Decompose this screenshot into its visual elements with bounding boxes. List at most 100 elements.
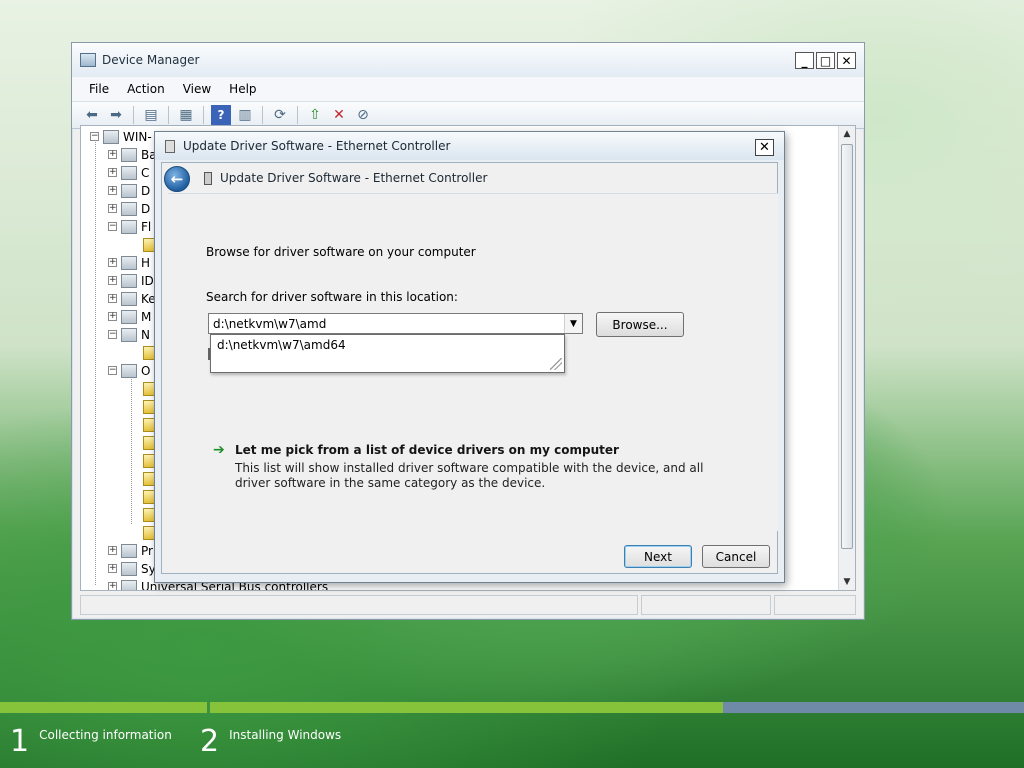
tree-item-label: N [141,327,150,342]
scroll-up-icon[interactable]: ▲ [839,126,855,142]
battery-icon [121,147,137,162]
tree-item[interactable]: − N [108,326,150,343]
dialog-content: ← Update Driver Software - Ethernet Cont… [161,162,778,574]
chevron-down-icon[interactable]: ▼ [565,314,582,333]
browse-button[interactable]: Browse... [596,312,684,337]
tree-item[interactable]: − Fl [108,218,151,235]
setup-step-collecting: 1 Collecting information [10,722,172,762]
back-arrow-icon[interactable]: ⬅ [82,105,102,125]
expand-icon[interactable]: + [108,258,117,267]
tree-item[interactable]: + Ke [108,290,156,307]
step-number: 1 [10,724,30,759]
pick-from-list-link[interactable]: Let me pick from a list of device driver… [235,443,619,457]
device-manager-titlebar[interactable]: Device Manager [72,43,864,77]
scan-hardware-icon[interactable]: ⟳ [270,105,290,125]
wizard-body: Browse for driver software on your compu… [168,193,778,531]
dialog-close-button[interactable]: ✕ [755,139,774,156]
tree-item[interactable]: + Sy [108,560,156,577]
uninstall-icon[interactable]: ✕ [329,105,349,125]
step2-progress [210,702,1024,713]
tree-item[interactable]: + Pr [108,542,153,559]
window-controls: _ □ ✕ [795,52,856,69]
tree-root[interactable]: − WIN- [90,128,152,145]
help-icon[interactable]: ? [211,105,231,125]
close-button[interactable]: ✕ [837,52,856,69]
autocomplete-dropdown: d:\netkvm\w7\amd64 [210,334,565,373]
pick-from-list-description: This list will show installed driver sof… [235,461,704,490]
tree-item-label: C [141,165,150,180]
mouse-icon [121,309,137,324]
tree-item[interactable]: + C [108,164,149,181]
processor-icon [121,543,137,558]
tree-view-icon[interactable]: ▦ [176,105,196,125]
maximize-button[interactable]: □ [816,52,835,69]
menu-action[interactable]: Action [118,82,174,96]
back-button[interactable]: ← [164,166,190,192]
scroll-down-icon[interactable]: ▼ [839,574,855,590]
expand-icon[interactable]: + [108,150,117,159]
expand-icon[interactable]: + [108,204,117,213]
setup-step-installing: 2 Installing Windows [200,722,341,762]
tree-item-label: ID [141,273,154,288]
tree-item[interactable]: − O [108,362,150,379]
status-cell [774,595,856,615]
tree-item-label: Fl [141,219,152,234]
cancel-button[interactable]: Cancel [702,545,770,568]
tree-item-label: O [141,363,151,378]
minimize-button[interactable]: _ [795,52,814,69]
expand-icon[interactable]: + [108,582,117,590]
properties-icon[interactable]: ▤ [141,105,161,125]
expand-icon[interactable]: + [108,564,117,573]
update-driver-dialog: Update Driver Software - Ethernet Contro… [154,131,785,583]
collapse-icon[interactable]: − [108,366,117,375]
toolbar-separator [168,106,169,124]
expand-icon[interactable]: + [108,168,117,177]
device-manager-title: Device Manager [102,53,200,67]
scroll-thumb[interactable] [841,144,853,549]
tree-scrollbar[interactable]: ▲ ▼ [838,126,855,590]
forward-arrow-icon[interactable]: ➡ [106,105,126,125]
ide-controller-icon [121,273,137,288]
computer-icon [103,129,119,144]
next-button[interactable]: Next [624,545,692,568]
tree-item[interactable]: + H [108,254,150,271]
update-driver-icon[interactable]: ⇧ [305,105,325,125]
driver-path-combobox[interactable]: d:\netkvm\w7\amd ▼ [208,313,583,334]
collapse-icon[interactable]: − [108,222,117,231]
expand-icon[interactable]: + [108,312,117,321]
wizard-header: ← Update Driver Software - Ethernet Cont… [162,163,777,193]
status-cell [641,595,771,615]
resize-grip-icon[interactable] [550,358,562,370]
tree-item[interactable]: + ID [108,272,154,289]
dialog-titlebar[interactable]: Update Driver Software - Ethernet Contro… [155,132,784,160]
expand-icon[interactable]: + [108,546,117,555]
collapse-icon[interactable]: − [108,330,117,339]
collapse-icon[interactable]: − [90,132,99,141]
tree-item[interactable]: + D [108,200,150,217]
step-number: 2 [200,724,220,759]
system-devices-icon [121,561,137,576]
autocomplete-suggestion[interactable]: d:\netkvm\w7\amd64 [217,338,346,352]
tree-item[interactable]: + Ba [108,146,157,163]
keyboard-icon [121,291,137,306]
network-adapter-icon [121,327,137,342]
details-icon[interactable]: ▥ [235,105,255,125]
menu-help[interactable]: Help [220,82,265,96]
disable-icon[interactable]: ⊘ [353,105,373,125]
menu-view[interactable]: View [174,82,220,96]
toolbar-separator [297,106,298,124]
tree-connector [95,140,96,585]
tree-item[interactable]: + D [108,182,150,199]
expand-icon[interactable]: + [108,186,117,195]
floppy-controller-icon [121,219,137,234]
step1-progress [0,702,207,713]
display-adapter-icon [121,201,137,216]
expand-icon[interactable]: + [108,294,117,303]
hid-icon [121,255,137,270]
driver-path-input[interactable]: d:\netkvm\w7\amd [209,314,565,333]
tree-item[interactable]: + M [108,308,151,325]
menu-file[interactable]: File [80,82,118,96]
status-cell [80,595,638,615]
step-label: Installing Windows [229,728,342,742]
expand-icon[interactable]: + [108,276,117,285]
